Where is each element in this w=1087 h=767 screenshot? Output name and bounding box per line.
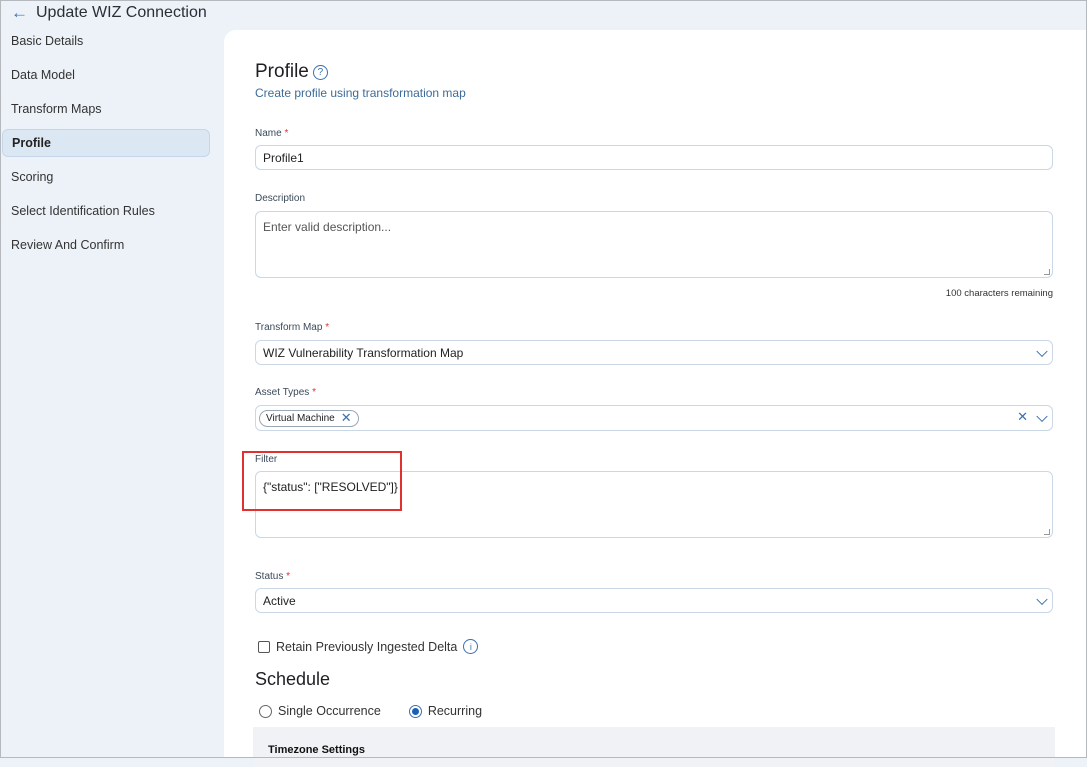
profile-heading: Profile? xyxy=(255,61,1053,83)
radio-single-occurrence[interactable]: Single Occurrence xyxy=(259,704,381,718)
clear-icon[interactable]: ✕ xyxy=(1017,410,1028,423)
highlight-box xyxy=(242,451,402,511)
help-icon[interactable]: ? xyxy=(312,64,328,80)
sidebar-item-basic-details[interactable]: Basic Details xyxy=(2,27,210,55)
schedule-title: Schedule xyxy=(255,669,331,689)
sidebar-item-transform-maps[interactable]: Transform Maps xyxy=(2,95,210,123)
resize-handle[interactable] xyxy=(1044,269,1050,275)
description-label: Description xyxy=(255,193,306,204)
chevron-down-icon xyxy=(1036,410,1048,423)
asset-type-chip: Virtual Machine ✕ xyxy=(259,409,359,427)
radio-recurring[interactable]: Recurring xyxy=(408,704,482,718)
info-icon[interactable]: i xyxy=(463,639,479,654)
chevron-down-icon xyxy=(1036,345,1048,357)
asset-types-label: Asset Types * xyxy=(255,387,316,398)
resize-handle[interactable] xyxy=(1044,529,1050,535)
timezone-settings: Timezone Settings xyxy=(253,727,1055,767)
transform-map-select[interactable]: WIZ Vulnerability Transformation Map xyxy=(255,340,1053,365)
profile-subtitle: Create profile using transformation map xyxy=(255,86,466,100)
page-title: Update WIZ Connection xyxy=(36,4,207,21)
sidebar-item-identification-rules[interactable]: Select Identification Rules xyxy=(2,197,210,225)
sidebar-item-profile[interactable]: Profile xyxy=(2,129,210,157)
asset-types-select[interactable]: Virtual Machine ✕ ✕ xyxy=(255,405,1053,431)
remove-chip-icon[interactable]: ✕ xyxy=(341,411,352,424)
name-label: Name * xyxy=(255,128,289,139)
main-panel: Profile? Create profile using transforma… xyxy=(224,30,1086,767)
retain-delta-label: Retain Previously Ingested Delta xyxy=(276,639,458,654)
status-label: Status * xyxy=(255,571,291,582)
description-textarea[interactable]: Enter valid description... xyxy=(255,211,1053,278)
transform-map-label: Transform Map * xyxy=(255,322,330,333)
schedule-options: Single Occurrence Recurring xyxy=(259,704,1057,718)
sidebar-item-review-confirm[interactable]: Review And Confirm xyxy=(2,231,210,259)
chevron-down-icon xyxy=(1036,593,1048,605)
sidebar: Basic Details Data Model Transform Maps … xyxy=(0,27,212,265)
back-arrow-icon[interactable]: ← xyxy=(11,3,28,23)
header: ← Update WIZ Connection xyxy=(11,3,207,23)
retain-delta-row: Retain Previously Ingested Delta i xyxy=(258,639,1056,654)
status-select[interactable]: Active xyxy=(255,588,1053,613)
sidebar-item-data-model[interactable]: Data Model xyxy=(2,61,210,89)
description-placeholder: Enter valid description... xyxy=(263,220,392,234)
profile-title: Profile xyxy=(255,61,309,82)
name-input[interactable]: Profile1 xyxy=(255,145,1053,170)
retain-delta-checkbox[interactable] xyxy=(258,640,270,653)
characters-remaining: 100 characters remaining xyxy=(945,288,1053,299)
sidebar-item-scoring[interactable]: Scoring xyxy=(2,163,210,191)
